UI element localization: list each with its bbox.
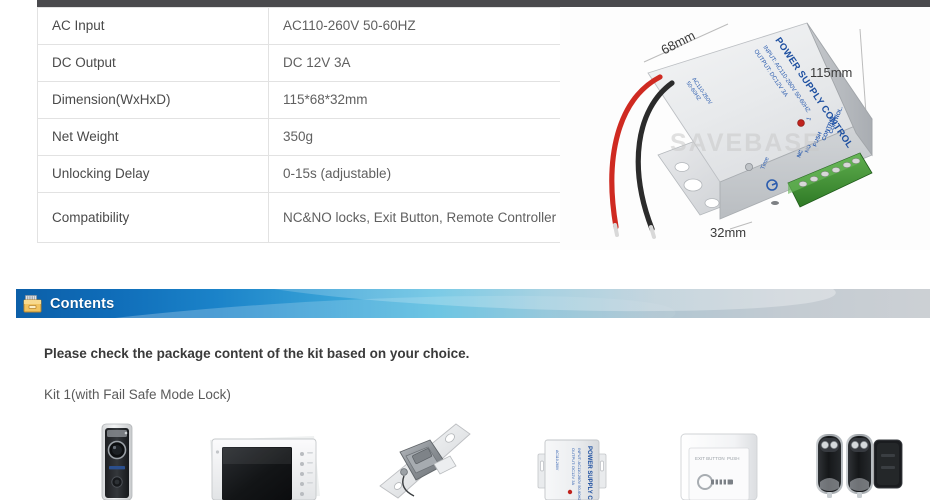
spec-key: Net Weight [37, 118, 269, 156]
specification-section: AC Input AC110-260V 50-60HZ DC Output DC… [0, 7, 930, 250]
spec-key: Unlocking Delay [37, 155, 269, 193]
spec-value: 0-15s (adjustable) [268, 155, 569, 193]
svg-text:POWER SUPPLY CONTROL: POWER SUPPLY CONTROL [586, 446, 592, 500]
specification-table: AC Input AC110-260V 50-60HZ DC Output DC… [37, 7, 569, 243]
product-photo-canvas: POWER SUPPLY CONTROL INPUT: AC110-260V 5… [560, 7, 930, 250]
table-row: AC Input AC110-260V 50-60HZ [37, 7, 569, 45]
spec-value: AC110-260V 50-60HZ [268, 7, 569, 45]
svg-text:EXIT BUTTON: EXIT BUTTON [695, 456, 725, 461]
kit-thumbnail-row: POWER SUPPLY CONTROL INPUT: AC110-260V 5… [0, 420, 930, 500]
spec-value: 350g [268, 118, 569, 156]
contents-lead-text: Please check the package content of the … [44, 346, 470, 361]
folder-icon [23, 294, 43, 313]
spec-key: DC Output [37, 44, 269, 82]
table-row: Compatibility NC&NO locks, Exit Button, … [37, 192, 569, 243]
exit-button-thumbnail[interactable]: EXIT BUTTON PUSH [675, 428, 763, 500]
dimension-label-length: 115mm [810, 65, 853, 80]
banner-inner: Contents [16, 289, 930, 318]
spec-value: 115*68*32mm [268, 81, 569, 119]
spec-value: NC&NO locks, Exit Button, Remote Control… [268, 192, 569, 243]
dimension-label-depth: 32mm [710, 225, 747, 240]
remote-controllers-thumbnail[interactable] [812, 426, 908, 500]
top-divider-bar [37, 0, 930, 7]
power-supply-thumbnail[interactable]: POWER SUPPLY CONTROL INPUT: AC110-260V 5… [530, 428, 614, 500]
kit-label: Kit 1(with Fail Safe Mode Lock) [44, 387, 231, 402]
svg-text:PUSH: PUSH [727, 456, 740, 461]
indoor-monitor-thumbnail[interactable] [202, 430, 326, 500]
banner-title: Contents [50, 295, 115, 312]
side-port [771, 201, 779, 205]
svg-text:INPUT: AC110-260V 50-60HZ: INPUT: AC110-260V 50-60HZ [577, 448, 582, 500]
table-row: Net Weight 350g [37, 118, 569, 156]
spec-key: Dimension(WxHxD) [37, 81, 269, 119]
spec-key: Compatibility [37, 192, 269, 243]
table-row: Dimension(WxHxD) 115*68*32mm [37, 81, 569, 119]
door-station-camera-thumbnail[interactable] [90, 422, 144, 500]
spec-key: AC Input [37, 7, 269, 45]
table-row: Unlocking Delay 0-15s (adjustable) [37, 155, 569, 193]
electric-strike-lock-thumbnail[interactable] [370, 422, 480, 500]
bracket-screw [744, 162, 753, 171]
table-row: DC Output DC 12V 3A [37, 44, 569, 82]
spec-value: DC 12V 3A [268, 44, 569, 82]
contents-banner: Contents [16, 289, 930, 318]
product-photo: POWER SUPPLY CONTROL INPUT: AC110-260V 5… [560, 7, 930, 250]
led-indicator [797, 119, 805, 127]
power-supply-illustration: POWER SUPPLY CONTROL INPUT: AC110-260V 5… [609, 22, 873, 239]
specification-table-body: AC Input AC110-260V 50-60HZ DC Output DC… [37, 7, 569, 243]
svg-text:AC110-260V: AC110-260V [555, 450, 559, 471]
svg-text:OUTPUT: DC12V 3A: OUTPUT: DC12V 3A [571, 448, 576, 485]
